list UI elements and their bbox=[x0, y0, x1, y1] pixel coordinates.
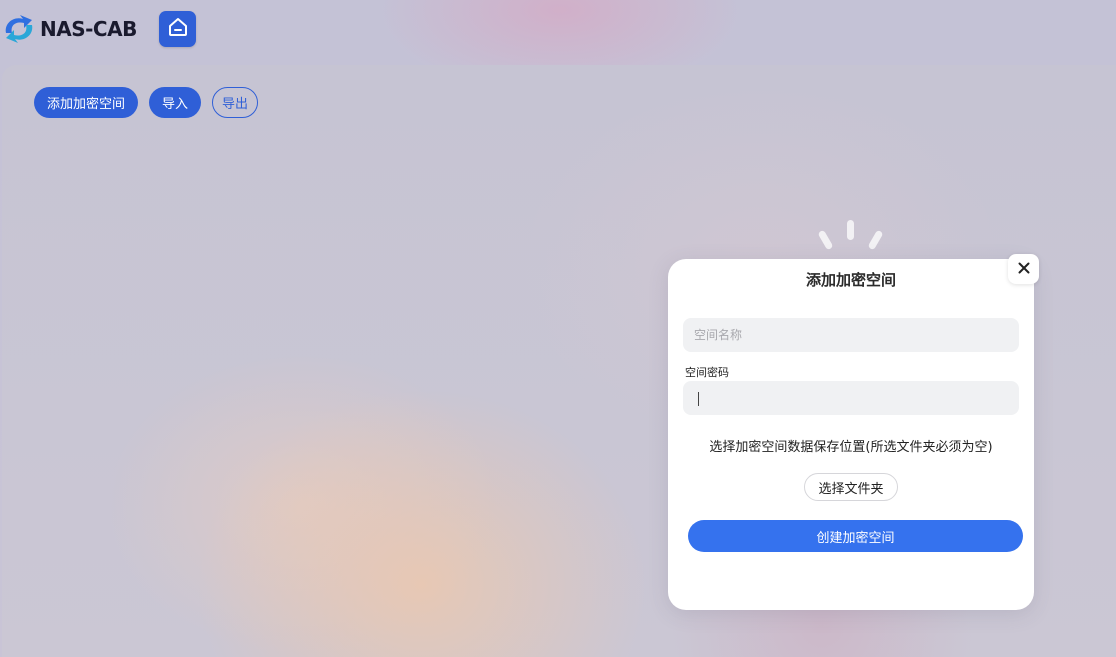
space-password-input[interactable] bbox=[683, 381, 1019, 415]
home-button[interactable] bbox=[159, 11, 196, 47]
app-header: NAS-CAB bbox=[0, 0, 1116, 62]
add-space-dialog: 添加加密空间 空间密码 选择加密空间数据保存位置(所选文件夹必须为空) 选择文件… bbox=[668, 259, 1034, 610]
dialog-close-button[interactable] bbox=[1008, 254, 1039, 284]
dialog-title: 添加加密空间 bbox=[805, 271, 896, 289]
folder-hint-text: 选择加密空间数据保存位置(所选文件夹必须为空) bbox=[709, 440, 993, 455]
password-label: 空间密码 bbox=[685, 366, 729, 379]
space-name-input[interactable] bbox=[683, 318, 1019, 352]
export-button[interactable]: 导出 bbox=[212, 87, 259, 118]
home-icon bbox=[167, 16, 189, 42]
app-logo: NAS-CAB bbox=[2, 13, 137, 45]
toolbar: 添加加密空间 导入 导出 bbox=[34, 87, 259, 118]
close-icon bbox=[1018, 260, 1030, 278]
text-cursor bbox=[698, 392, 699, 406]
choose-folder-button[interactable]: 选择文件夹 bbox=[804, 473, 898, 501]
logo-icon bbox=[2, 13, 36, 45]
import-button[interactable]: 导入 bbox=[149, 87, 202, 118]
app-title: NAS-CAB bbox=[40, 17, 137, 41]
add-encrypted-space-button[interactable]: 添加加密空间 bbox=[34, 87, 139, 118]
create-space-button[interactable]: 创建加密空间 bbox=[688, 520, 1023, 552]
